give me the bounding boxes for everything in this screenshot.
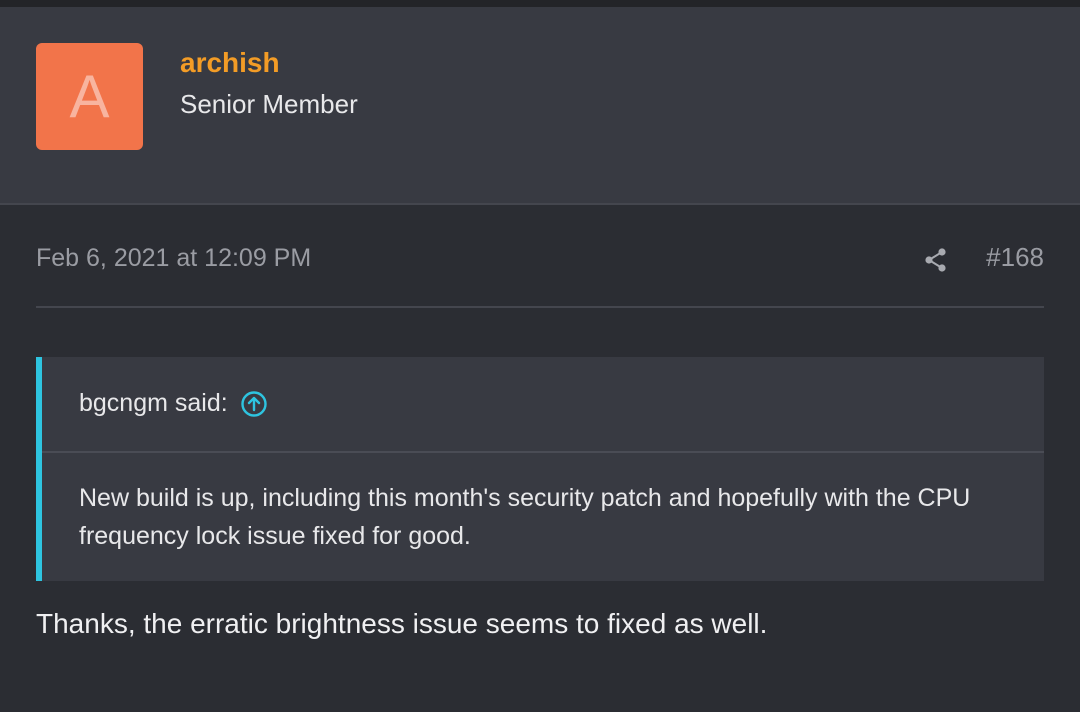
user-title: Senior Member: [180, 89, 358, 119]
post-date-link[interactable]: Feb 6, 2021 at 12:09 PM: [36, 244, 311, 273]
avatar-letter: A: [69, 62, 110, 130]
quote-block: bgcngm said: New build is up, including …: [36, 357, 1044, 581]
post-number-link[interactable]: #168: [986, 242, 1044, 273]
post-user-header: A archish Senior Member: [0, 7, 1080, 205]
username-link[interactable]: archish: [180, 47, 280, 79]
quote-divider: [42, 451, 1044, 453]
avatar[interactable]: A: [36, 43, 143, 150]
quote-text: New build is up, including this month's …: [79, 484, 971, 550]
post-body: Thanks, the erratic brightness issue see…: [36, 608, 768, 639]
meta-divider: [36, 306, 1044, 308]
share-icon[interactable]: [922, 246, 950, 274]
arrow-up-circle-icon[interactable]: [240, 390, 268, 418]
forum-post: A archish Senior Member Feb 6, 2021 at 1…: [0, 0, 1080, 712]
post-meta: Feb 6, 2021 at 12:09 PM #168: [36, 242, 1044, 278]
quote-header: bgcngm said:: [79, 389, 268, 418]
quote-author: bgcngm said:: [79, 389, 228, 417]
quote-accent-bar: [36, 357, 42, 581]
top-strip: [0, 0, 1080, 7]
